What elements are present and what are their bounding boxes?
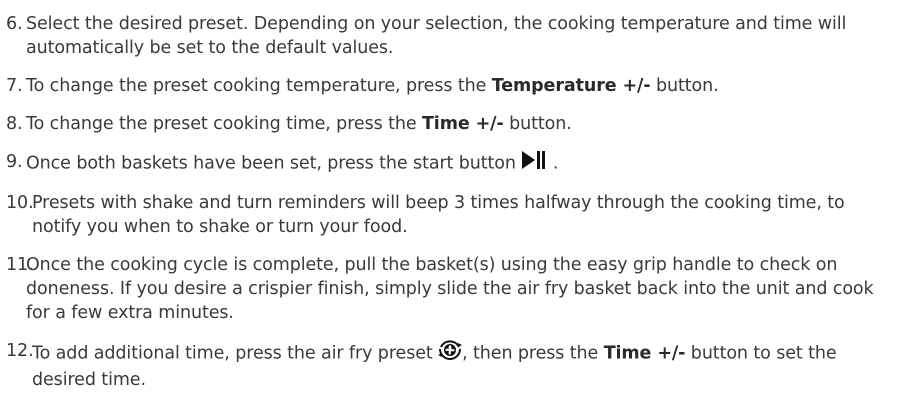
- step-text: Presets with shake and turn reminders wi…: [32, 193, 845, 237]
- time-button-label: Time +/-: [421, 114, 504, 134]
- step-number: 11.: [6, 255, 34, 275]
- step-number: 12.: [6, 341, 34, 361]
- step-text-part: , then press the: [462, 343, 604, 364]
- temperature-button-label: Temperature +/-: [491, 76, 651, 96]
- step-10: 10. Presets with shake and turn reminder…: [6, 191, 897, 239]
- step-number: 8.: [6, 114, 23, 134]
- air-fry-preset-icon: [438, 339, 463, 368]
- step-text: To add additional time, press the air fr…: [32, 339, 897, 392]
- step-6: 6. Select the desired preset. Depending …: [6, 12, 897, 60]
- play-pause-icon: [521, 150, 547, 177]
- step-7: 7. To change the preset cooking temperat…: [6, 74, 897, 98]
- step-11: 11. Once the cooking cycle is complete, …: [6, 253, 897, 325]
- step-text-part: .: [552, 153, 559, 174]
- step-text-part: button.: [503, 114, 572, 134]
- step-text-part: To change the preset cooking temperature…: [26, 76, 492, 96]
- step-12: 12. To add additional time, press the ai…: [6, 339, 897, 392]
- step-number: 9.: [6, 152, 23, 172]
- step-number: 6.: [6, 14, 23, 34]
- step-text: Once both baskets have been set, press t…: [26, 150, 897, 177]
- step-8: 8. To change the preset cooking time, pr…: [6, 112, 897, 136]
- step-text-part: To add additional time, press the air fr…: [32, 343, 439, 364]
- time-button-label: Time +/-: [603, 343, 686, 364]
- step-number: 7.: [6, 76, 23, 96]
- step-number: 10.: [6, 193, 34, 213]
- step-9: 9. Once both baskets have been set, pres…: [6, 150, 897, 177]
- step-text-part: To change the preset cooking time, press…: [26, 114, 422, 134]
- step-text: Once the cooking cycle is complete, pull…: [26, 255, 874, 323]
- step-text: Select the desired preset. Depending on …: [26, 14, 847, 58]
- step-text-part: button.: [650, 76, 719, 96]
- step-text: To change the preset cooking temperature…: [26, 74, 897, 98]
- step-text-part: Once both baskets have been set, press t…: [26, 153, 522, 174]
- instructions-page: 6. Select the desired preset. Depending …: [0, 0, 907, 395]
- step-text: To change the preset cooking time, press…: [26, 112, 897, 136]
